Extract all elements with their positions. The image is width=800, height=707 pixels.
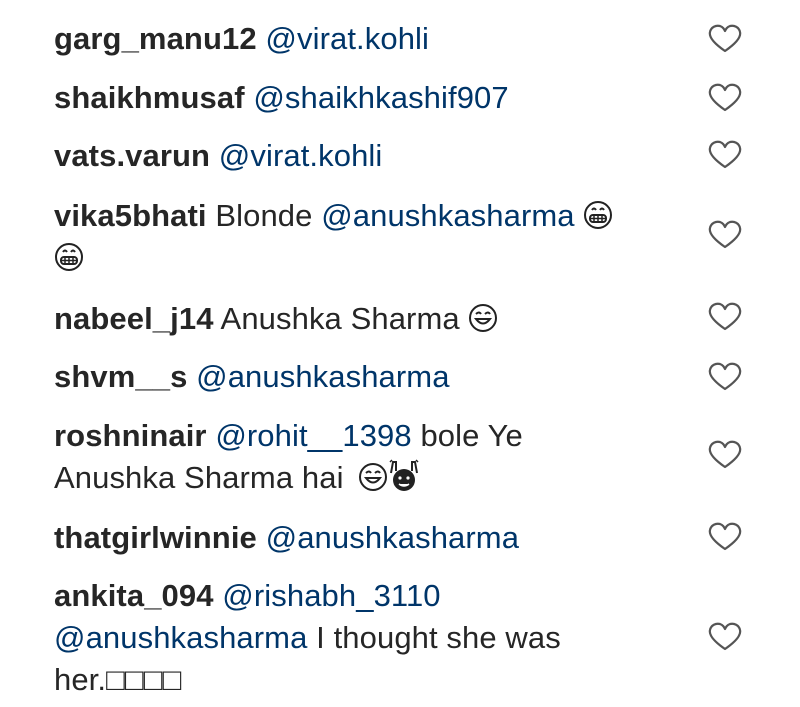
comment-text: her.□□□□	[54, 662, 182, 697]
raised-hands-emoji-icon	[389, 459, 419, 491]
heart-outline-icon[interactable]	[708, 220, 742, 250]
comment-text: Blonde	[206, 198, 322, 233]
comment-username[interactable]: shaikhmusaf	[54, 80, 245, 115]
comment-mention[interactable]: @anushkasharma	[321, 198, 574, 233]
comment-mention[interactable]: @anushkasharma	[54, 620, 307, 655]
heart-outline-icon[interactable]	[708, 24, 742, 54]
comment-text	[187, 359, 196, 394]
grinning-emoji-icon	[584, 201, 613, 229]
comment-item: garg_manu12 @virat.kohli	[54, 18, 704, 60]
comment-username[interactable]: garg_manu12	[54, 21, 257, 56]
comment-text: bole Ye	[411, 418, 523, 453]
comment-mention[interactable]: @anushkasharma	[196, 359, 449, 394]
comment-item: nabeel_j14 Anushka Sharma	[54, 298, 704, 340]
comment-item: vika5bhati Blonde @anushkasharma	[54, 195, 704, 279]
comment-mention[interactable]: @virat.kohli	[219, 138, 383, 173]
comment-username[interactable]: ankita_094	[54, 578, 214, 613]
laughing-emoji-icon	[469, 304, 498, 332]
comment-text	[210, 138, 219, 173]
heart-outline-icon[interactable]	[708, 83, 742, 113]
comment-item: thatgirlwinnie @anushkasharma	[54, 517, 704, 559]
comment-item: roshninair @rohit__1398 bole Ye Anushka S…	[54, 415, 704, 499]
comment-text: Anushka Sharma	[213, 301, 460, 336]
comment-text	[214, 578, 223, 613]
laughing-emoji-icon	[359, 463, 388, 491]
comment-mention[interactable]: @rishabh_3110	[222, 578, 440, 613]
heart-outline-icon[interactable]	[708, 522, 742, 552]
comment-username[interactable]: roshninair	[54, 418, 207, 453]
comment-username[interactable]: thatgirlwinnie	[54, 520, 257, 555]
comment-mention[interactable]: @shaikhkashif907	[253, 80, 508, 115]
comment-username[interactable]: nabeel_j14	[54, 301, 214, 336]
comment-text	[207, 418, 216, 453]
comment-item: shaikhmusaf @shaikhkashif907	[54, 77, 704, 119]
comment-username[interactable]: shvm__s	[54, 359, 187, 394]
comment-mention[interactable]: @virat.kohli	[265, 21, 429, 56]
heart-outline-icon[interactable]	[708, 362, 742, 392]
grinning-emoji-icon	[55, 243, 83, 271]
heart-outline-icon[interactable]	[708, 440, 742, 470]
comment-text: I thought she was	[307, 620, 561, 655]
heart-outline-icon[interactable]	[708, 302, 742, 332]
comments-list: garg_manu12 @virat.kohli shaikhmusaf @sh…	[0, 0, 800, 707]
comment-item: shvm__s @anushkasharma	[54, 356, 704, 398]
heart-outline-icon[interactable]	[708, 622, 742, 652]
comment-item: ankita_094 @rishabh_3110 @anushkasharma I…	[54, 575, 704, 701]
comment-mention[interactable]: @anushkasharma	[266, 520, 519, 555]
heart-outline-icon[interactable]	[708, 140, 742, 170]
comment-text	[257, 520, 266, 555]
comment-text: Anushka Sharma hai	[54, 460, 344, 495]
comment-item: vats.varun @virat.kohli	[54, 135, 704, 177]
comment-username[interactable]: vats.varun	[54, 138, 210, 173]
comment-username[interactable]: vika5bhati	[54, 198, 207, 233]
comment-mention[interactable]: @rohit__1398	[215, 418, 411, 453]
